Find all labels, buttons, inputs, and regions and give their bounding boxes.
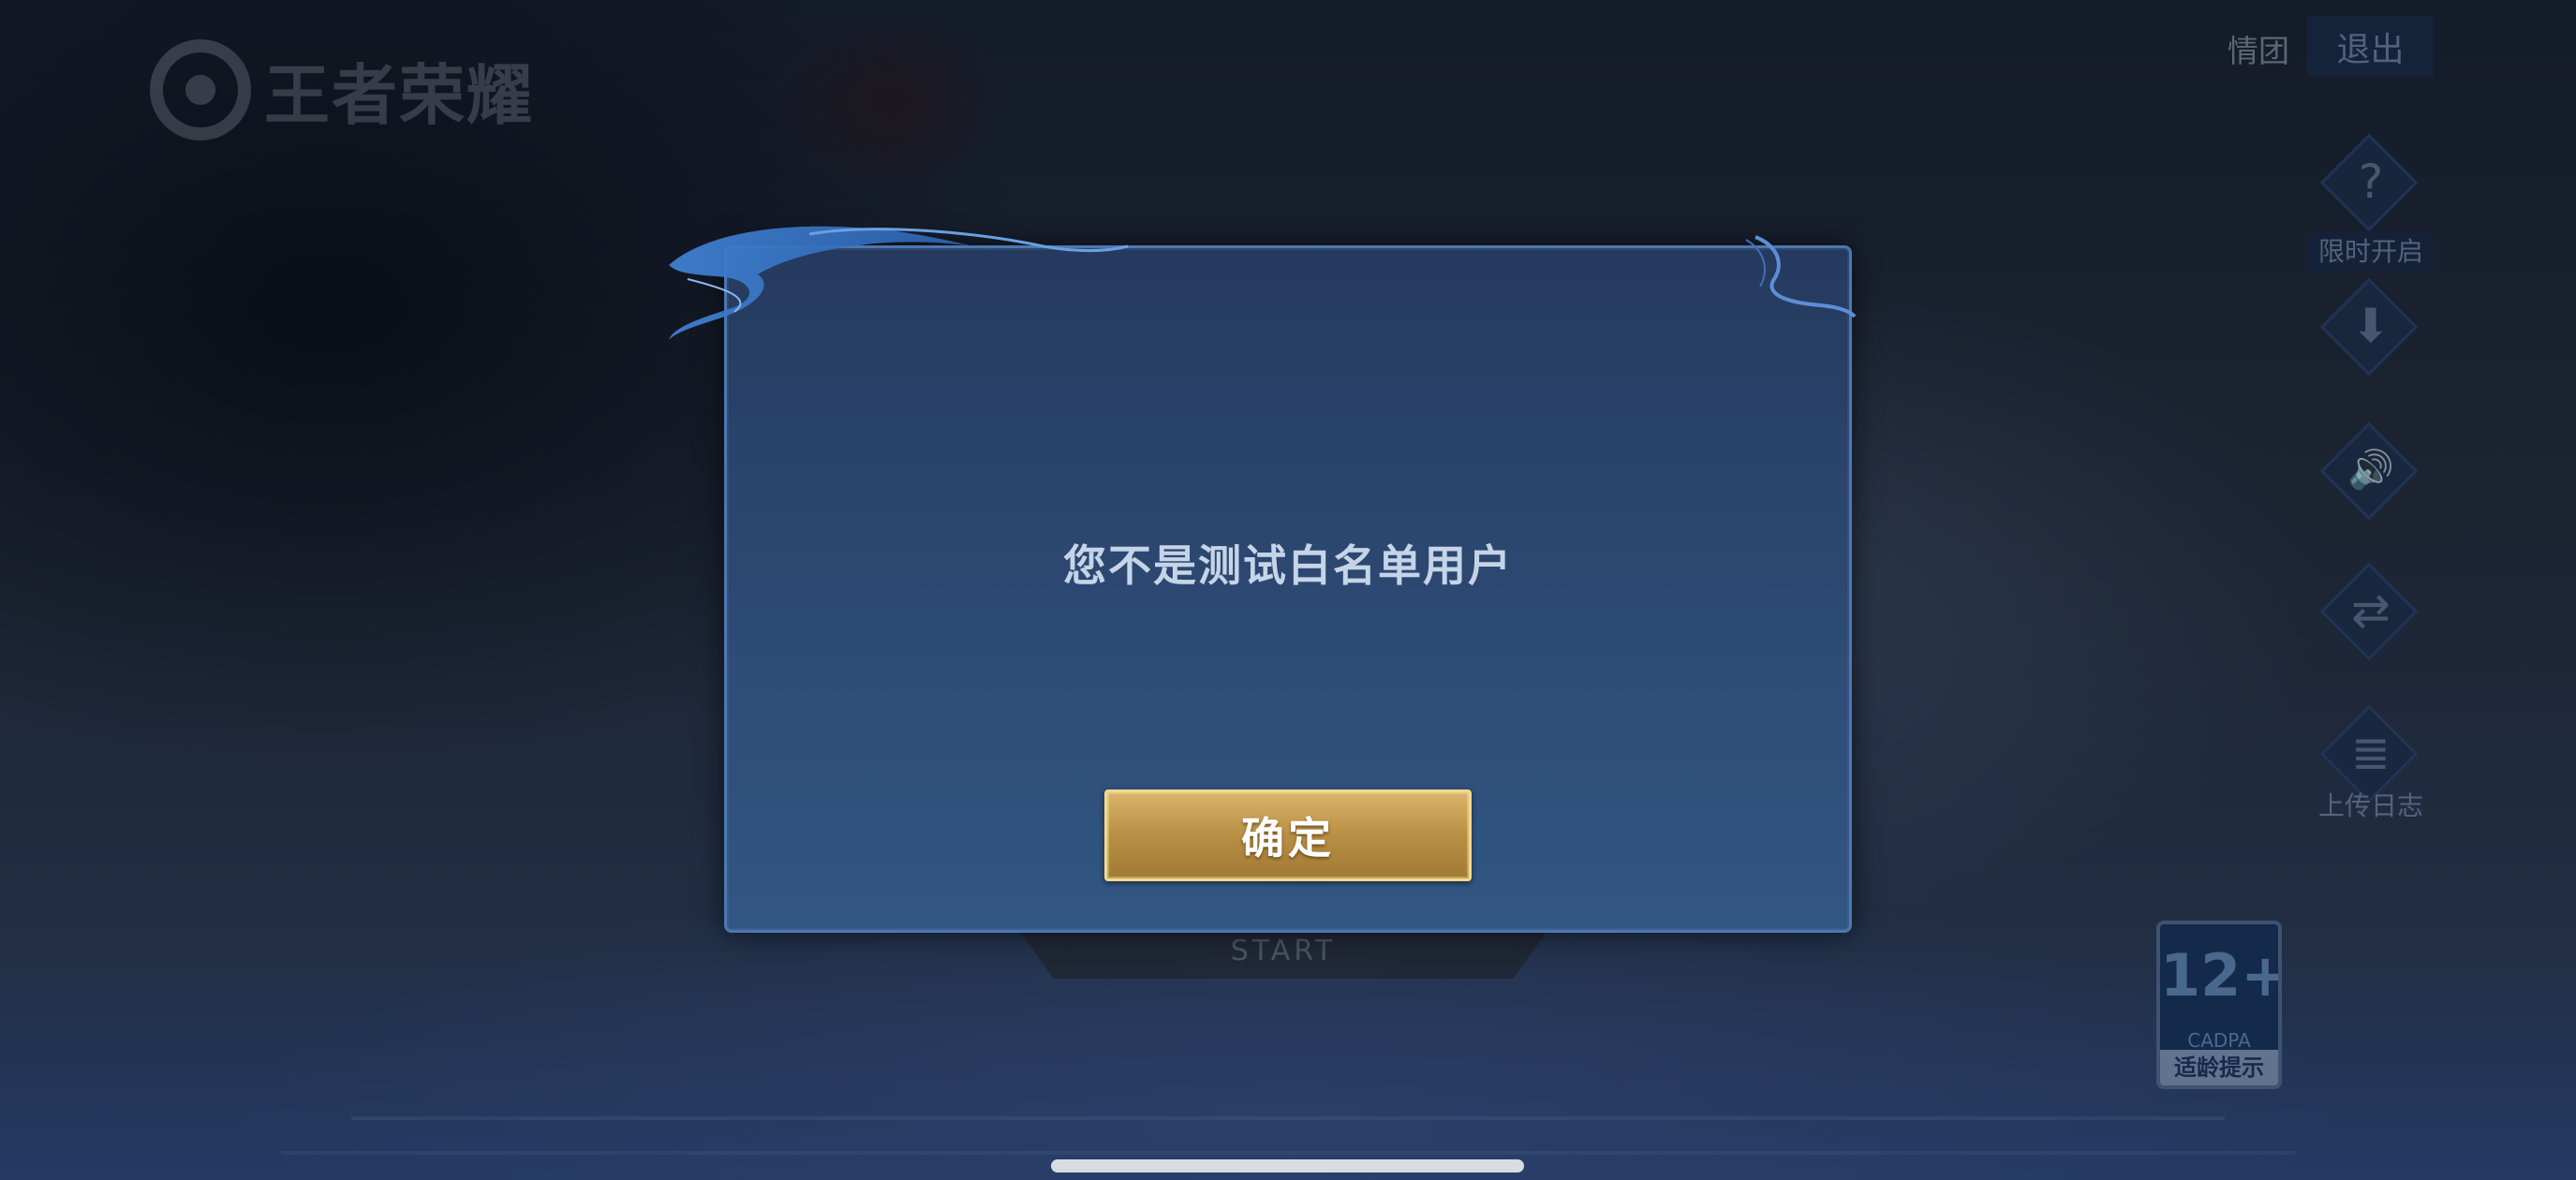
home-indicator-bar[interactable] (1051, 1159, 1524, 1173)
game-login-screen: 王者荣耀 情团 退出 ? 限时开启 ⬇ 🔊 ⇄ ≣ 上传日志 12+ CADPA… (0, 0, 2576, 1180)
confirm-button[interactable]: 确定 (1104, 789, 1472, 881)
dialog-message: 您不是测试白名单用户 (1063, 540, 1513, 591)
dialog-ornament-decoration (669, 226, 1857, 340)
